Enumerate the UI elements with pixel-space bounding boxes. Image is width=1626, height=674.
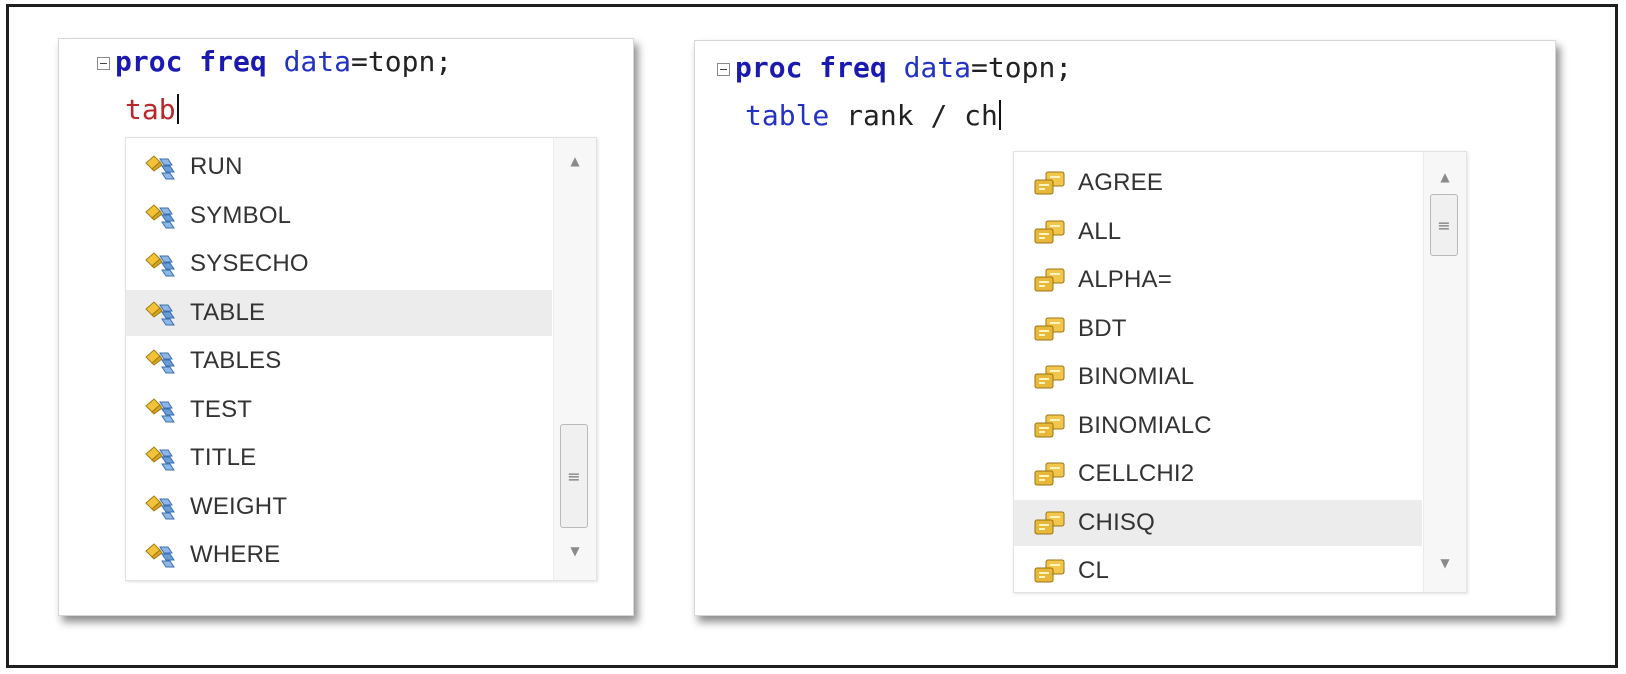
autocomplete-list-right[interactable]: AGREE ALL ALPHA= BDT BINOMIAL BINOMIALC … bbox=[1013, 151, 1467, 593]
code-option: data bbox=[283, 45, 352, 78]
text-caret bbox=[998, 100, 1001, 130]
list-item[interactable]: AGREE bbox=[1014, 160, 1422, 206]
list-item[interactable]: TABLE bbox=[126, 289, 552, 336]
option-icon bbox=[1032, 557, 1068, 585]
collapse-toggle-icon[interactable] bbox=[97, 57, 110, 70]
statement-icon bbox=[144, 541, 180, 569]
typed-text: tab bbox=[125, 93, 176, 126]
list-item-label: SYMBOL bbox=[190, 201, 292, 229]
list-item-label: TEST bbox=[190, 395, 253, 423]
list-item[interactable]: TEST bbox=[126, 387, 552, 433]
editor-panel-right: proc freq data=topn; table rank / ch AGR… bbox=[694, 40, 1556, 616]
list-item-label: TABLES bbox=[190, 347, 282, 374]
option-icon bbox=[1032, 509, 1068, 537]
statement-icon bbox=[144, 493, 180, 521]
list-item-label: BINOMIALC bbox=[1078, 411, 1212, 439]
option-icon bbox=[1032, 412, 1068, 440]
list-item[interactable]: CL bbox=[1014, 548, 1422, 594]
list-item-label: WEIGHT bbox=[190, 492, 288, 520]
option-icon bbox=[1032, 169, 1068, 197]
list-item-label: TABLE bbox=[190, 298, 266, 326]
list-item[interactable]: CELLCHI2 bbox=[1014, 451, 1422, 497]
statement-icon bbox=[144, 347, 180, 375]
list-item-label: AGREE bbox=[1078, 169, 1164, 196]
list-item-label: SYSECHO bbox=[190, 250, 309, 277]
list-item-label: WHERE bbox=[190, 541, 281, 568]
option-icon bbox=[1032, 363, 1068, 391]
text-caret bbox=[176, 94, 179, 124]
scroll-thumb[interactable]: ≡ bbox=[1430, 194, 1458, 256]
list-item[interactable]: ALL bbox=[1014, 209, 1422, 255]
code-keyword: proc freq bbox=[115, 45, 267, 78]
code-text: =topn; bbox=[351, 45, 453, 78]
code-line-typing[interactable]: table rank / ch bbox=[745, 99, 1001, 133]
scroll-up-arrow-icon[interactable]: ▲ bbox=[554, 146, 596, 176]
statement-icon bbox=[144, 444, 180, 472]
statement-icon bbox=[144, 250, 180, 278]
option-icon bbox=[1032, 315, 1068, 343]
code-line-proc-freq[interactable]: proc freq data=topn; bbox=[115, 45, 452, 79]
autocomplete-list-left[interactable]: RUN SYMBOL SYSECHO TABLE TABLES TEST TIT… bbox=[125, 137, 597, 581]
scroll-down-arrow-icon[interactable]: ▼ bbox=[1424, 548, 1466, 578]
list-item[interactable]: TITLE bbox=[126, 435, 552, 481]
option-icon bbox=[1032, 460, 1068, 488]
list-item[interactable]: RUN bbox=[126, 144, 552, 190]
list-item[interactable]: SYSECHO bbox=[126, 241, 552, 287]
scroll-thumb[interactable]: ≡ bbox=[560, 424, 588, 528]
list-item-label: CL bbox=[1078, 557, 1110, 584]
scroll-down-arrow-icon[interactable]: ▼ bbox=[554, 536, 596, 566]
list-item[interactable]: TABLES bbox=[126, 338, 552, 384]
list-item[interactable]: BINOMIAL bbox=[1014, 354, 1422, 400]
statement-icon bbox=[144, 202, 180, 230]
editor-panel-left: proc freq data=topn; tab RUN SYMBOL SYSE… bbox=[58, 38, 634, 616]
scrollbar[interactable]: ▲ ≡ ▼ bbox=[1423, 152, 1466, 592]
list-item[interactable]: SYMBOL bbox=[126, 193, 552, 239]
list-item-label: CHISQ bbox=[1078, 508, 1156, 536]
list-item[interactable]: CHISQ bbox=[1014, 499, 1422, 546]
list-item[interactable]: WEIGHT bbox=[126, 484, 552, 530]
list-item[interactable]: BDT bbox=[1014, 306, 1422, 352]
typed-text: rank / ch bbox=[829, 99, 998, 132]
statement-icon bbox=[144, 299, 180, 327]
list-item-label: BDT bbox=[1078, 314, 1127, 342]
code-line-proc-freq[interactable]: proc freq data=topn; bbox=[735, 51, 1072, 85]
scroll-up-arrow-icon[interactable]: ▲ bbox=[1424, 162, 1466, 192]
list-item[interactable]: ALPHA= bbox=[1014, 257, 1422, 303]
option-icon bbox=[1032, 218, 1068, 246]
code-keyword: table bbox=[745, 99, 830, 132]
scrollbar[interactable]: ▲ ≡ ▼ bbox=[553, 138, 596, 580]
list-item-label: CELLCHI2 bbox=[1078, 460, 1195, 487]
code-line-typing[interactable]: tab bbox=[125, 93, 179, 127]
list-item[interactable]: WHERE bbox=[126, 532, 552, 578]
statement-icon bbox=[144, 153, 180, 181]
list-item-label: RUN bbox=[190, 153, 243, 180]
list-item-label: ALPHA= bbox=[1078, 266, 1172, 293]
list-item[interactable]: BINOMIALC bbox=[1014, 403, 1422, 449]
code-keyword: proc freq bbox=[735, 51, 887, 84]
option-icon bbox=[1032, 266, 1068, 294]
code-text: =topn; bbox=[971, 51, 1073, 84]
collapse-toggle-icon[interactable] bbox=[717, 63, 730, 76]
code-option: data bbox=[903, 51, 972, 84]
list-item-label: ALL bbox=[1078, 217, 1122, 245]
list-item-label: TITLE bbox=[190, 444, 257, 471]
statement-icon bbox=[144, 396, 180, 424]
list-item-label: BINOMIAL bbox=[1078, 363, 1195, 390]
